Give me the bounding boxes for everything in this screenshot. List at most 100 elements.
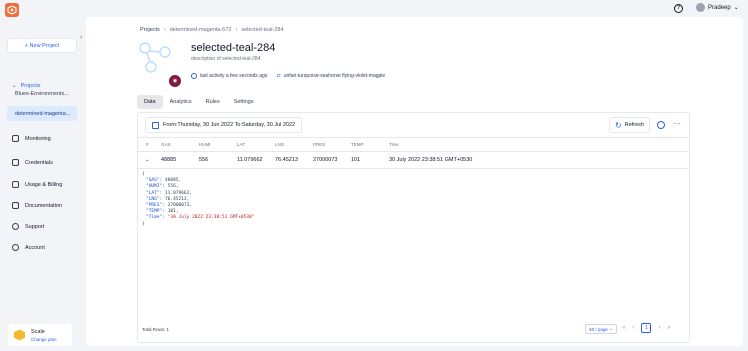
row-expand-icon[interactable]: ⌄ <box>145 152 150 168</box>
account-icon <box>12 244 19 251</box>
json-value: 11.079662, <box>164 190 193 196</box>
new-project-button[interactable]: + New Project <box>7 38 77 53</box>
dataset-graph-icon <box>139 42 171 73</box>
json-key: "PRES" <box>146 203 163 209</box>
sidebar-item-account[interactable]: Account <box>12 244 45 251</box>
breadcrumb-current: selected-teal-284 <box>241 27 284 33</box>
json-value: 27000073, <box>167 203 193 209</box>
device-link[interactable]: unfair-turquoise-seahorse flying-violet-… <box>284 73 385 79</box>
plan-hex-icon <box>14 329 25 341</box>
json-line: "Time": "30 July 2022 23:38:51 GMT+0530" <box>146 215 255 221</box>
calendar-icon <box>152 121 159 129</box>
sidebar-item-credentials[interactable]: Credentials <box>12 159 53 166</box>
document-icon <box>12 202 19 209</box>
column-header: LAT <box>237 142 245 147</box>
more-icon[interactable]: ··· <box>673 119 681 128</box>
json-value: "30 July 2022 23:38:51 GMT+0530" <box>167 215 255 221</box>
page-size-select[interactable]: 50 / page ⌄ <box>585 324 617 334</box>
first-page-icon[interactable]: « <box>622 325 625 331</box>
collapse-sidebar-icon[interactable]: ‹ <box>80 34 82 41</box>
column-header: TEMP <box>351 142 364 147</box>
prev-page-icon[interactable]: ‹ <box>632 325 634 331</box>
sidebar-item-documentation[interactable]: Documentation <box>12 202 62 209</box>
sidebar-item-project-active[interactable]: determined-magenta... <box>7 106 77 121</box>
sidebar-item-label: Credentials <box>25 159 53 166</box>
next-page-icon[interactable]: › <box>658 325 660 331</box>
table-header: # GAS HUMI LAT LNG PRES TEMP Time <box>138 137 689 152</box>
json-key: "HUMI" <box>146 184 163 190</box>
json-value: 76.45213, <box>164 196 190 202</box>
plan-card: Scale Change plan <box>8 324 72 346</box>
date-range-picker[interactable]: From:Thursday, 30 Jun 2022 To:Saturday, … <box>145 117 302 133</box>
chevron-down-icon: ⌄ <box>733 5 739 11</box>
sidebar: + New Project ⌄ Projects Blues-Environme… <box>0 17 78 351</box>
total-rows: Total Rows: 1 <box>142 327 170 332</box>
chevron-right-icon: › <box>235 27 238 33</box>
refresh-button[interactable]: ↻ Refresh <box>609 117 650 133</box>
json-key: "LAT" <box>146 190 160 196</box>
user-menu[interactable]: Pradeep ⌄ <box>696 3 739 12</box>
current-page[interactable]: 1 <box>641 323 652 333</box>
sidebar-item-label: Support <box>25 223 45 230</box>
table-cell: 101 <box>351 157 361 163</box>
page-title: selected-teal-284 <box>191 42 276 54</box>
sidebar-item-support[interactable]: Support <box>12 223 44 230</box>
top-bar: ? Pradeep ⌄ <box>0 0 748 17</box>
json-key: "TEMP" <box>146 209 163 215</box>
settings-icon[interactable] <box>657 121 665 129</box>
card-icon <box>12 181 19 188</box>
plan-name: Scale <box>31 328 45 335</box>
json-key: "GAS" <box>146 178 160 184</box>
pagination: « ‹ 1 › » <box>622 323 671 333</box>
chevron-right-icon: › <box>163 27 166 33</box>
tab-analytics[interactable]: Analytics <box>163 95 199 109</box>
last-page-icon[interactable]: » <box>667 325 670 331</box>
column-header: Time <box>389 142 399 147</box>
dataset-description: description of selected-teal-284 <box>191 56 261 62</box>
app-logo[interactable] <box>5 3 19 17</box>
breadcrumb: Projects › determined-magenta-672 › sele… <box>140 27 284 33</box>
json-value: 556, <box>167 184 179 190</box>
json-key: "LNG" <box>146 196 160 202</box>
tab-rules[interactable]: Rules <box>199 95 227 109</box>
change-plan-link[interactable]: Change plan <box>31 337 57 342</box>
tab-bar: Data Analytics Rules Settings <box>137 95 261 109</box>
json-body: "GAS": 48885, "HUMI": 556, "LAT": 11.07966… <box>142 178 254 221</box>
json-value: 101, <box>167 209 179 215</box>
refresh-icon: ↻ <box>615 120 622 130</box>
table-cell: 27000073 <box>313 157 338 163</box>
avatar <box>696 3 705 12</box>
date-range-text: From:Thursday, 30 Jun 2022 To:Saturday, … <box>163 122 296 128</box>
table-cell: 48885 <box>161 157 177 163</box>
clock-icon <box>191 73 197 79</box>
table-cell: 76.45213 <box>275 157 298 163</box>
link-icon: ⇄ <box>276 73 281 79</box>
user-name: Pradeep <box>708 4 731 11</box>
last-activity: last activity a few seconds ago <box>200 73 268 79</box>
key-icon <box>12 159 19 166</box>
column-header: # <box>146 142 149 147</box>
sidebar-item-label: Usage & Billing <box>25 181 63 188</box>
sidebar-item-billing[interactable]: Usage & Billing <box>12 181 62 188</box>
sidebar-item-project[interactable]: Blues-Environments... <box>7 86 77 101</box>
dataset-badge-icon: ◉ <box>169 75 181 87</box>
json-viewer: { "GAS": 48885, "HUMI": 556, "LAT": 11.079… <box>142 172 254 228</box>
json-value: 48885, <box>164 178 182 184</box>
json-key: "Time" <box>146 215 163 221</box>
help-icon[interactable]: ? <box>674 4 683 13</box>
table-row[interactable]: ⌄ 48885 556 11.079662 76.45213 27000073 … <box>138 152 689 169</box>
tab-data[interactable]: Data <box>137 95 163 109</box>
sidebar-item-monitoring[interactable]: Monitoring <box>12 135 51 142</box>
breadcrumb-projects[interactable]: Projects <box>140 27 160 33</box>
support-icon <box>12 223 19 230</box>
table-cell: 556 <box>199 157 209 163</box>
tab-settings[interactable]: Settings <box>227 95 261 109</box>
page-size-value: 50 / page <box>589 326 608 332</box>
breadcrumb-project[interactable]: determined-magenta-672 <box>170 27 232 33</box>
column-header: GAS <box>161 142 171 147</box>
sidebar-item-label: Account <box>25 244 45 251</box>
monitoring-icon <box>12 135 19 142</box>
column-header: LNG <box>275 142 285 147</box>
main-panel: Projects › determined-magenta-672 › sele… <box>86 17 743 346</box>
refresh-label: Refresh <box>624 122 644 128</box>
